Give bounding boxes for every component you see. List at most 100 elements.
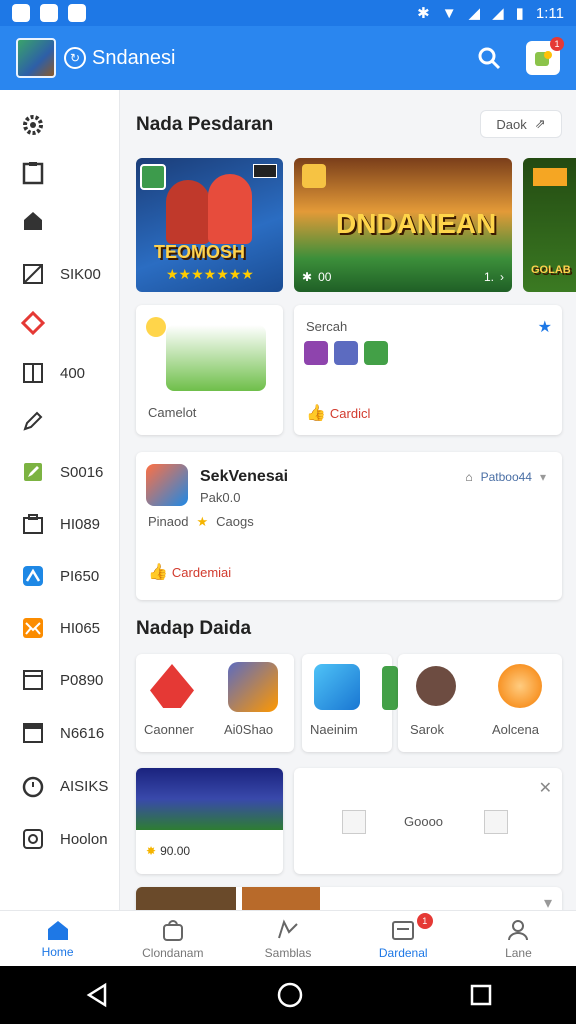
app-row-left: Caonner Ai0Shao (136, 654, 294, 752)
chevron-down-icon: ▾ (539, 470, 546, 484)
star-icon: ✱ (302, 270, 313, 284)
sidebar-item-briefcase[interactable]: HI089 (20, 511, 100, 537)
thumb (242, 887, 320, 910)
app-icon[interactable] (416, 666, 456, 706)
nav-map[interactable]: Samblas (230, 911, 345, 966)
briefcase-icon (20, 511, 46, 537)
game-thumb (533, 168, 567, 186)
sidebar-item-browser[interactable]: N6616 (20, 720, 104, 746)
thumbs-up-icon: 👍 (148, 564, 168, 581)
sidebar-item-person[interactable]: PI650 (20, 563, 99, 589)
game-banner-1[interactable]: TEOMOSH ★★★★★★★ (136, 158, 283, 292)
recents-icon[interactable] (469, 983, 493, 1007)
coin-icon (146, 317, 166, 337)
app-title: Sndanesi (92, 46, 176, 69)
app-icon[interactable] (228, 662, 278, 712)
sidebar-item-mail[interactable]: HI065 (20, 615, 100, 641)
app-icon[interactable] (498, 664, 542, 708)
app-icon[interactable] (150, 664, 194, 708)
edit-icon (20, 459, 46, 485)
nav-profile[interactable]: Lane (461, 911, 576, 966)
feature-action[interactable]: ⌂ Patboo44 ▾ (465, 470, 546, 484)
card-icon (20, 667, 46, 693)
status-time: 1:11 (535, 4, 564, 22)
sidebar-item-card[interactable]: P0890 (20, 667, 103, 693)
game-thumb (140, 164, 166, 190)
promo-price: ✸ 90.00 (146, 844, 191, 858)
signal-icon: ◢ (468, 5, 481, 22)
chevron-down-icon[interactable]: ▾ (544, 893, 552, 910)
notification-badge: 1 (416, 913, 433, 929)
character (208, 174, 252, 244)
nav-inbox[interactable]: Dardenal 1 (346, 911, 461, 966)
sidebar-item-settings[interactable] (20, 112, 60, 138)
game-icon (146, 464, 188, 506)
signal-icon-2: ◢ (492, 5, 504, 22)
brand: ↻ Sndanesi (64, 47, 175, 70)
crop-icon (20, 261, 46, 287)
game-banner-3[interactable]: GOLAB (523, 158, 576, 292)
gear-icon (20, 112, 46, 138)
app-tile[interactable]: Naeinim (302, 654, 398, 752)
diamond-icon (20, 310, 46, 336)
sidebar-item-clipboard[interactable] (20, 160, 60, 186)
sidebar-item-crop[interactable]: SIK00 (20, 261, 101, 287)
banner-pager[interactable]: 1. › (484, 270, 504, 284)
coin-icon: ✸ (146, 844, 157, 858)
section-title: Nada Pesdaran (136, 114, 274, 135)
sidebar-item-label: 400 (60, 364, 86, 382)
home-circle-icon[interactable] (276, 981, 304, 1009)
game-banner-2[interactable]: DNDANEAN ✱ 00 1. › (294, 158, 512, 292)
system-navigation (0, 966, 576, 1024)
mail-icon (20, 615, 46, 641)
app-logo[interactable] (16, 38, 56, 78)
timer-icon (20, 773, 46, 799)
game-card[interactable]: Camelot (136, 305, 283, 435)
bluetooth-icon: ✱ (417, 5, 430, 22)
pencil-icon (20, 408, 46, 434)
sidebar-item-edit[interactable]: S0016 (20, 459, 103, 485)
sidebar-item-id[interactable]: Hoolon (20, 826, 108, 852)
next-button[interactable] (484, 810, 508, 834)
id-icon (20, 826, 46, 852)
app-name: Naeinim (310, 722, 358, 737)
nav-bag[interactable]: Clondanam (115, 911, 230, 966)
avatar (364, 341, 388, 365)
arrow-icon: ⇗ (534, 116, 546, 131)
app-row-right: Sarok Aolcena (398, 654, 562, 752)
search-icon (478, 47, 501, 70)
banner-title: GOLAB (531, 264, 571, 276)
back-icon[interactable] (83, 981, 111, 1009)
mail-icon (40, 4, 58, 22)
banner-title: DNDANEAN (336, 208, 497, 239)
featured-game-card[interactable]: SekVenesai Pak0.0 Pinaod ★ Caogs 👍 Carde… (136, 452, 562, 600)
sidebar-item-label: HI065 (60, 619, 101, 637)
sidebar-item-diamond[interactable] (20, 310, 60, 336)
clipboard-icon (20, 160, 46, 186)
feature-meta: Pinaod ★ Caogs (148, 514, 254, 529)
star-icon[interactable]: ★ (538, 317, 552, 337)
bag-icon (162, 919, 183, 941)
wifi-icon: ▼ (441, 4, 457, 22)
see-all-button[interactable]: Daok ⇗ (480, 110, 562, 138)
sidebar-item-timer[interactable]: AISIKS (20, 773, 108, 799)
close-icon[interactable]: ✕ (539, 778, 552, 798)
banner-title: TEOMOSH (154, 242, 246, 262)
prev-button[interactable] (342, 810, 366, 834)
dismissible-panel: ✕ Goooo (294, 768, 562, 874)
sidebar-item-pencil[interactable] (20, 408, 60, 434)
promo-card[interactable]: ✸ 90.00 (136, 768, 283, 874)
sidebar-item-label: HI089 (60, 515, 101, 533)
thumb (136, 887, 236, 910)
notifications-button[interactable]: 1 (526, 37, 564, 75)
social-card[interactable]: Sercah ★ 👍 Cardicl (294, 305, 562, 435)
sidebar-item-panel[interactable]: 400 (20, 360, 85, 386)
sidebar-item-home[interactable] (20, 208, 60, 234)
inbox-icon (392, 920, 415, 940)
app-icon-partial (382, 666, 398, 710)
feature-tag: 👍 Cardemiai (148, 564, 232, 581)
game-thumb (302, 164, 326, 188)
sidebar-item-label: PI650 (60, 567, 100, 585)
nav-home[interactable]: Home (0, 911, 115, 966)
search-button[interactable] (474, 43, 504, 73)
